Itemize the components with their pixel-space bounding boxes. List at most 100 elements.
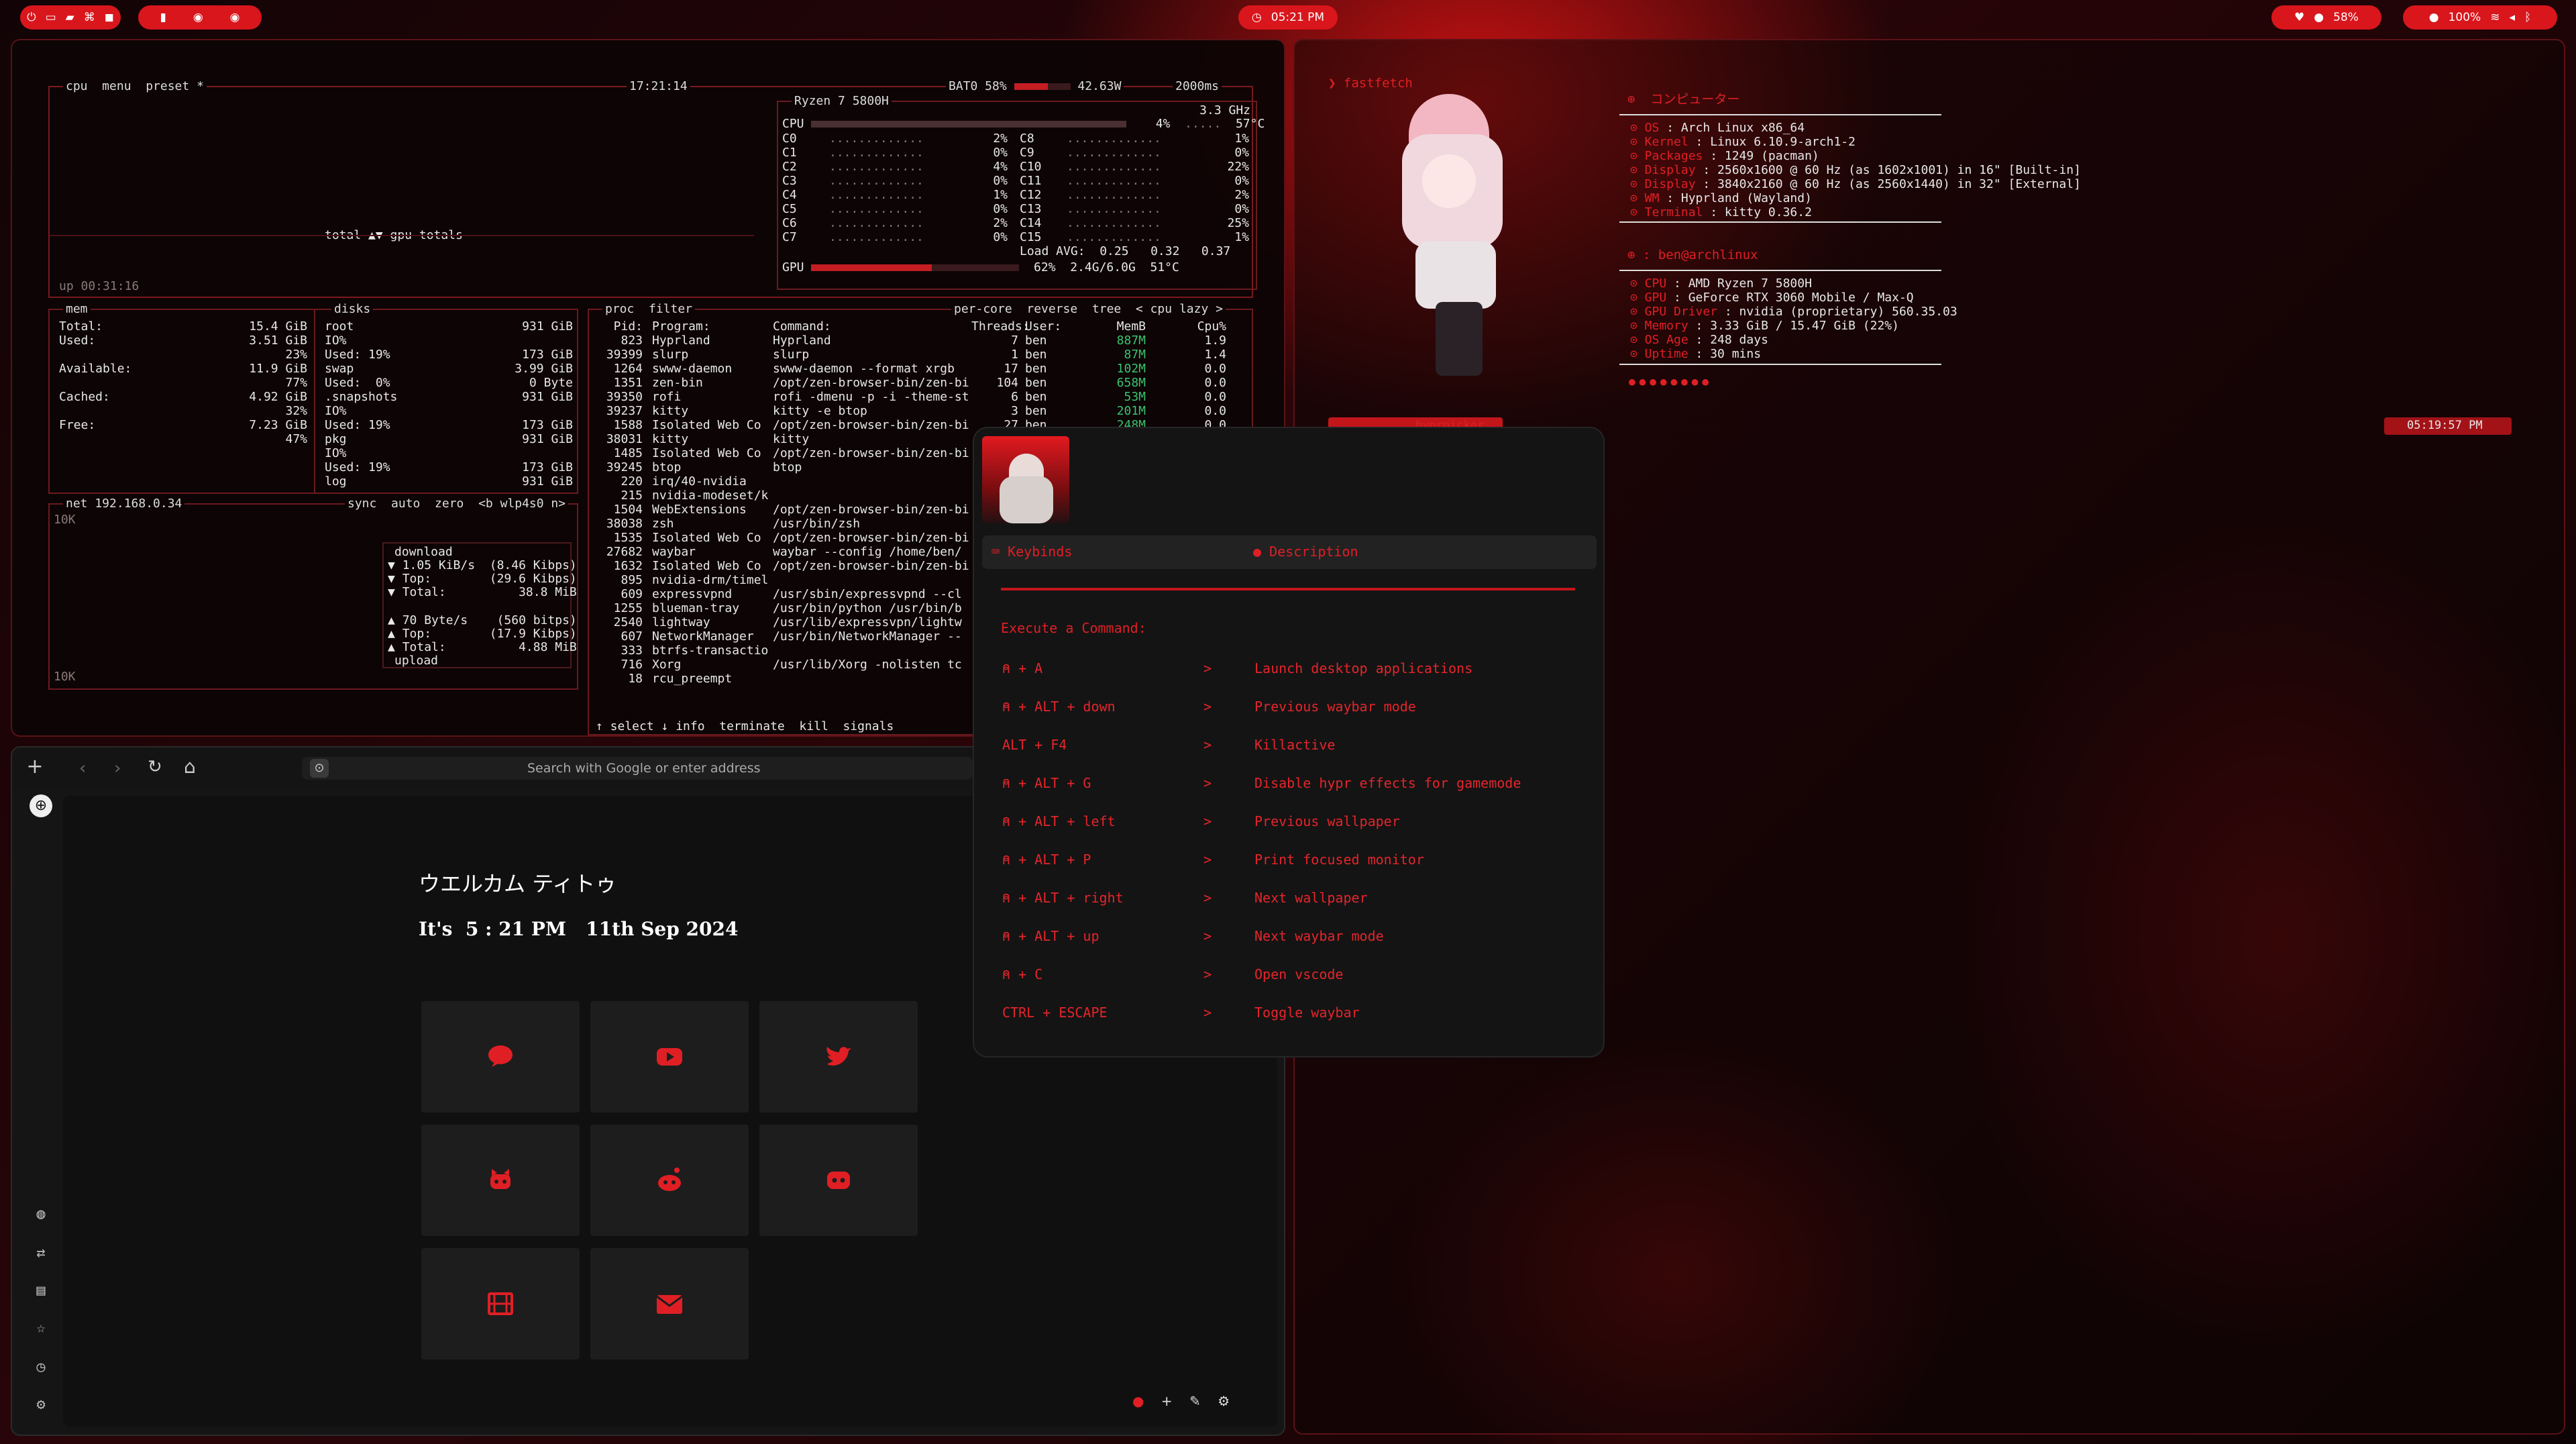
tab-description[interactable]: ● Description xyxy=(1253,544,1358,560)
ff-row: ⊙ Memory : 3.33 GiB / 15.47 GiB (22%) xyxy=(1630,319,1899,333)
speed-dial-tile[interactable] xyxy=(421,1001,580,1113)
proc-cell: 220 xyxy=(621,474,643,488)
terminal-icon[interactable]: ▭ xyxy=(46,11,56,24)
sidebar-add-button[interactable]: ⊕ xyxy=(30,794,52,817)
search-engine-icon[interactable]: ⊙ xyxy=(310,759,329,778)
proc-row[interactable]: 39237 kitty kitty -e btop 3 ben 201M 0.0 xyxy=(596,404,1246,418)
record-icon[interactable]: ● xyxy=(1132,1393,1144,1409)
tab-keybinds[interactable]: ⌨ Keybinds xyxy=(991,544,1072,560)
keybind-separator: > xyxy=(1203,699,1212,715)
proc-cell: 1588 xyxy=(613,418,643,432)
home-button[interactable]: ⌂ xyxy=(184,756,196,778)
keybind-row[interactable]: ⍝ + ALT + up > Next waybar mode xyxy=(1002,928,1579,945)
volume-icon[interactable]: ◂ xyxy=(2509,11,2515,24)
discord-icon[interactable]: ◉ xyxy=(193,11,203,24)
proc-controls[interactable]: per-core reverse tree < cpu lazy > xyxy=(951,302,1226,316)
keybind-row[interactable]: ⍝ + ALT + right > Next wallpaper xyxy=(1002,890,1579,907)
proc-cell: 1485 xyxy=(613,446,643,460)
proc-row[interactable]: 1264 swww-daemon swww-daemon --format xrgb… xyxy=(596,362,1246,376)
power-menu-pill[interactable]: ⏻ ▭ ▰ ⌘ ◼ xyxy=(20,5,121,30)
proc-cell: waybar xyxy=(652,545,696,559)
speed-dial-tile[interactable] xyxy=(759,1001,918,1113)
film-icon xyxy=(485,1288,516,1319)
proc-cell: kitty xyxy=(652,432,689,446)
keybind-text: ALT + F4 xyxy=(1002,737,1067,753)
folder-icon[interactable]: ▰ xyxy=(66,11,74,24)
net-controls[interactable]: sync auto zero <b wlp4s0 n> xyxy=(345,497,569,511)
profile-avatar-icon[interactable]: ◍ xyxy=(30,1202,52,1225)
proc-footer[interactable]: ↑ select ↓ info terminate kill signals xyxy=(596,719,894,733)
proc-cell: 1504 xyxy=(613,503,643,517)
proc-cell: swww-daemon --format xrgb xyxy=(773,362,955,376)
proc-cell: 38031 xyxy=(606,432,643,446)
system-tray-pill[interactable]: ● 100% ≋ ◂ ᛒ xyxy=(2403,5,2557,30)
cpu-graph-divider xyxy=(50,235,754,236)
history-icon[interactable]: ◷ xyxy=(30,1355,52,1378)
proc-row[interactable]: 39399 slurp slurp 1 ben 87M 1.4 xyxy=(596,348,1246,362)
speed-dial-tile[interactable] xyxy=(421,1125,580,1236)
bluetooth-icon[interactable]: ᛒ xyxy=(2524,11,2531,24)
settings-icon[interactable]: ⚙ xyxy=(30,1393,52,1416)
date-time-line: It's 5 : 21 PM 11th Sep 2024 xyxy=(419,918,739,940)
proc-cell: /usr/bin/zsh xyxy=(773,517,861,531)
upload-label: upload xyxy=(394,654,439,668)
speed-dial-tile[interactable] xyxy=(590,1001,749,1113)
mem-row-value: 15.4 GiB xyxy=(249,319,307,333)
proc-cell: btop xyxy=(773,460,802,474)
proc-row[interactable]: 823 Hyprland Hyprland 7 ben 887M 1.9 xyxy=(596,333,1246,348)
forward-button[interactable]: › xyxy=(114,758,121,778)
core-graph: ............. xyxy=(1067,160,1161,174)
proc-cell: 17 xyxy=(1004,362,1018,376)
core-name: C6 xyxy=(782,216,797,230)
speed-dial-tile[interactable] xyxy=(590,1248,749,1359)
ff-value: : 3.33 GiB / 15.47 GiB (22%) xyxy=(1688,319,1899,333)
keybind-row[interactable]: ⍝ + A > Launch desktop applications xyxy=(1002,660,1579,678)
gear-icon[interactable]: ⚙ xyxy=(1218,1393,1230,1409)
proc-row[interactable]: 1351 zen-bin/opt/zen-browser-bin/zen-bi 10… xyxy=(596,376,1246,390)
github-icon[interactable]: ◉ xyxy=(230,11,240,24)
disk-row-label: IO% xyxy=(325,404,347,418)
edit-icon[interactable]: ✎ xyxy=(1189,1393,1201,1409)
keybind-row[interactable]: ⍝ + ALT + down > Previous waybar mode xyxy=(1002,699,1579,716)
speed-dial-tile[interactable] xyxy=(590,1125,749,1236)
keybind-description: Previous wallpaper xyxy=(1254,813,1400,829)
keybinds-menu[interactable]: ⌨ Keybinds ● Description Execute a Comma… xyxy=(973,427,1605,1058)
proc-cell: 7 xyxy=(1011,333,1018,348)
greeting: ウエルカム ティトゥ xyxy=(419,871,617,896)
workspace-apps-pill[interactable]: ▮ ◉ ◉ xyxy=(138,5,262,30)
proc-title[interactable]: proc filter xyxy=(602,302,696,316)
keybind-row[interactable]: ⍝ + ALT + left > Previous wallpaper xyxy=(1002,813,1579,831)
cpu-box-header[interactable]: cpu menu preset * xyxy=(63,79,207,93)
wifi-icon[interactable]: ≋ xyxy=(2490,11,2500,24)
back-button[interactable]: ‹ xyxy=(79,758,86,778)
power-icon[interactable]: ⏻ xyxy=(27,11,36,24)
core-graph: ............. xyxy=(1067,146,1161,160)
speed-dial-tile[interactable] xyxy=(759,1125,918,1236)
keybind-separator: > xyxy=(1203,737,1212,753)
keybind-row[interactable]: ⍝ + ALT + G > Disable hypr effects for gam… xyxy=(1002,775,1579,792)
add-icon[interactable]: + xyxy=(1161,1393,1173,1409)
new-tab-button[interactable]: + xyxy=(24,757,46,778)
keybind-row[interactable]: ⍝ + ALT + P > Print focused monitor xyxy=(1002,852,1579,869)
keybind-row[interactable]: ⍝ + C > Open vscode xyxy=(1002,966,1579,984)
reload-button[interactable]: ↻ xyxy=(148,757,162,777)
core-pct: 0% xyxy=(1234,146,1249,160)
keybind-row[interactable]: CTRL + ESCAPE > Toggle waybar xyxy=(1002,1004,1579,1022)
proc-row[interactable]: 39350 rofi rofi -dmenu -p -i -theme-st 6 ben… xyxy=(596,390,1246,404)
bookmarks-icon[interactable]: ☆ xyxy=(30,1317,52,1339)
clock-pill[interactable]: ◷ 05:21 PM xyxy=(1238,5,1338,30)
files-icon[interactable]: ▮ xyxy=(160,11,166,24)
address-bar[interactable]: ⊙ Search with Google or enter address xyxy=(302,757,973,780)
switch-icon[interactable]: ⇄ xyxy=(30,1241,52,1264)
ff-key: ⊙ Uptime xyxy=(1630,347,1688,361)
keybind-row[interactable]: ALT + F4 > Killactive xyxy=(1002,737,1579,754)
update-interval[interactable]: 2000ms xyxy=(1173,79,1222,93)
speed-dial-tile[interactable] xyxy=(421,1248,580,1359)
lock-icon[interactable]: ◼ xyxy=(105,11,114,24)
proc-cell: slurp xyxy=(773,348,810,362)
sidebar-toggle-icon[interactable]: ▤ xyxy=(30,1279,52,1302)
proc-cell: rcu_preempt xyxy=(652,672,733,686)
proc-cell: /opt/zen-browser-bin/zen-bi xyxy=(773,418,969,432)
battery-pill[interactable]: ♥ ● 58% xyxy=(2271,5,2381,30)
code-icon[interactable]: ⌘ xyxy=(84,11,95,24)
